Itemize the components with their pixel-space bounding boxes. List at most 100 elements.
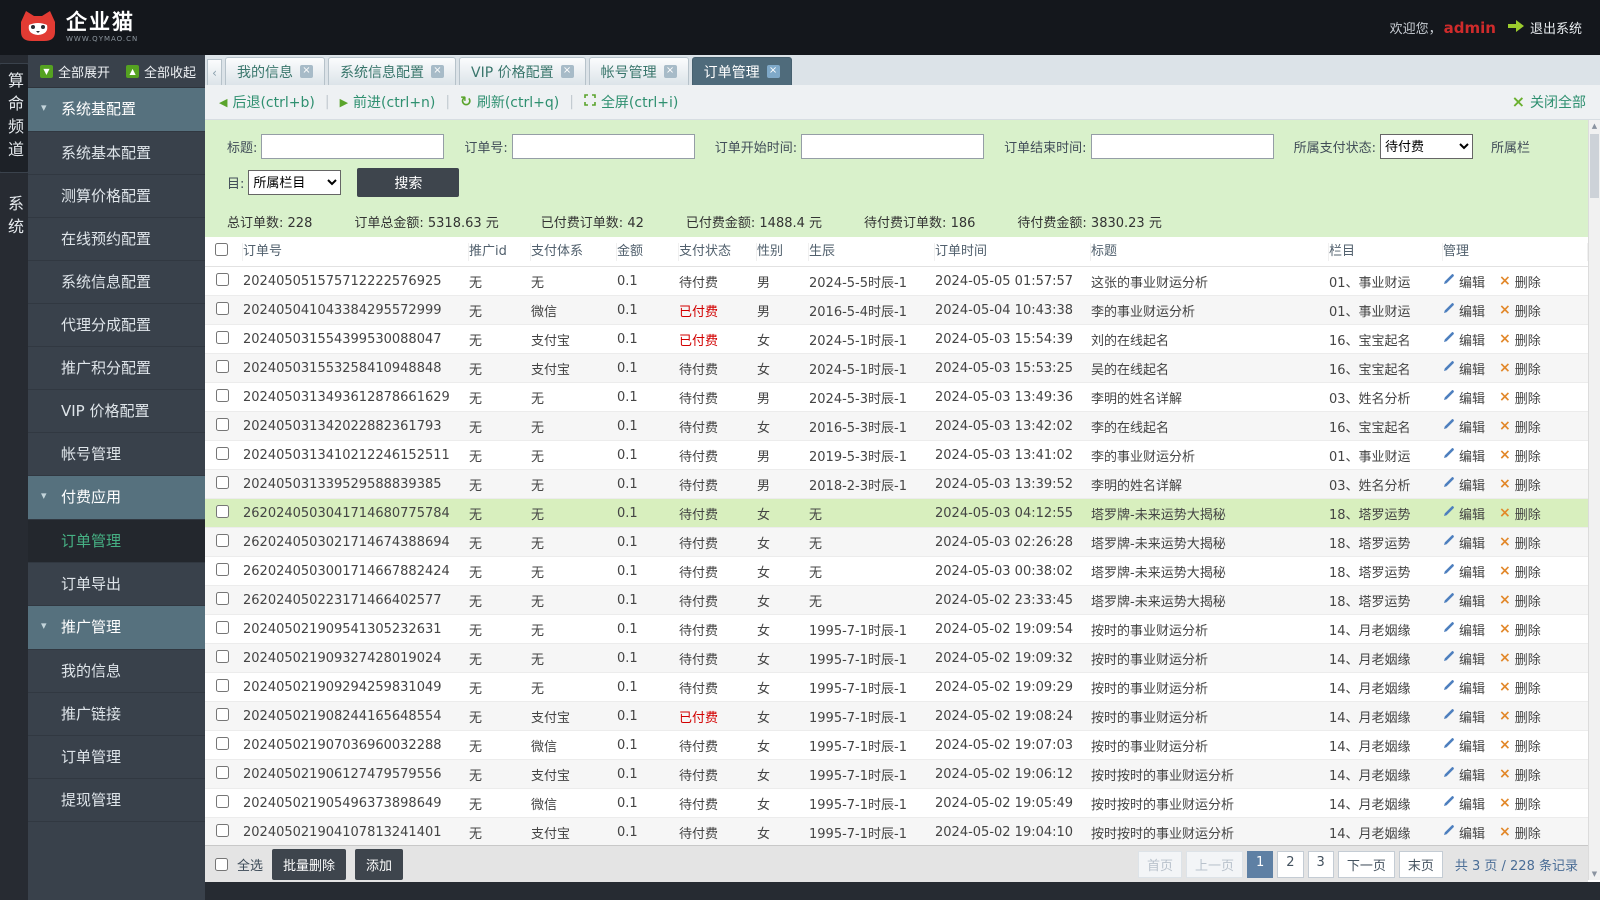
row-checkbox[interactable] bbox=[216, 737, 229, 750]
end-time-filter-input[interactable] bbox=[1091, 134, 1274, 159]
delete-button[interactable]: 删除 bbox=[1499, 359, 1541, 378]
delete-button[interactable]: 删除 bbox=[1499, 794, 1541, 813]
row-checkbox[interactable] bbox=[216, 563, 229, 576]
scroll-down-icon[interactable] bbox=[1589, 868, 1600, 880]
channel-fortune[interactable]: 算命频道 bbox=[0, 63, 29, 173]
search-button[interactable]: 搜索 bbox=[357, 168, 459, 197]
row-checkbox[interactable] bbox=[216, 331, 229, 344]
sidebar-menu-item[interactable]: 订单管理 bbox=[28, 520, 205, 563]
tab-close-icon[interactable] bbox=[561, 65, 574, 78]
edit-button[interactable]: 编辑 bbox=[1443, 388, 1485, 407]
edit-button[interactable]: 编辑 bbox=[1443, 272, 1485, 291]
sidebar-menu-item[interactable]: 帐号管理 bbox=[28, 433, 205, 476]
delete-button[interactable]: 删除 bbox=[1499, 591, 1541, 610]
delete-button[interactable]: 删除 bbox=[1499, 301, 1541, 320]
delete-button[interactable]: 删除 bbox=[1499, 562, 1541, 581]
page-button[interactable]: 首页 bbox=[1138, 851, 1182, 878]
scrollbar-thumb[interactable] bbox=[1590, 134, 1599, 198]
tab[interactable]: 我的信息 bbox=[225, 57, 325, 85]
edit-button[interactable]: 编辑 bbox=[1443, 562, 1485, 581]
edit-button[interactable]: 编辑 bbox=[1443, 707, 1485, 726]
tab-close-icon[interactable] bbox=[767, 65, 780, 78]
edit-button[interactable]: 编辑 bbox=[1443, 678, 1485, 697]
row-checkbox[interactable] bbox=[216, 621, 229, 634]
sidebar-menu-item[interactable]: 推广积分配置 bbox=[28, 347, 205, 390]
add-button[interactable]: 添加 bbox=[355, 849, 403, 880]
edit-button[interactable]: 编辑 bbox=[1443, 620, 1485, 639]
row-checkbox[interactable] bbox=[216, 476, 229, 489]
delete-button[interactable]: 删除 bbox=[1499, 504, 1541, 523]
page-button[interactable]: 上一页 bbox=[1186, 851, 1243, 878]
sidebar-menu-item[interactable]: 系统基本配置 bbox=[28, 132, 205, 175]
page-button[interactable]: 3 bbox=[1308, 851, 1334, 878]
tab[interactable]: 帐号管理 bbox=[589, 57, 689, 85]
select-all-header-checkbox[interactable] bbox=[215, 243, 228, 256]
edit-button[interactable]: 编辑 bbox=[1443, 504, 1485, 523]
sidebar-menu-item[interactable]: VIP 价格配置 bbox=[28, 390, 205, 433]
edit-button[interactable]: 编辑 bbox=[1443, 446, 1485, 465]
sidebar-menu-item[interactable]: 推广管理 bbox=[28, 606, 205, 650]
tab[interactable]: VIP 价格配置 bbox=[459, 57, 586, 85]
sidebar-menu-item[interactable]: 系统基配置 bbox=[28, 88, 205, 132]
delete-button[interactable]: 删除 bbox=[1499, 823, 1541, 842]
batch-delete-button[interactable]: 批量删除 bbox=[272, 849, 346, 880]
delete-button[interactable]: 删除 bbox=[1499, 417, 1541, 436]
page-button[interactable]: 1 bbox=[1247, 851, 1273, 878]
row-checkbox[interactable] bbox=[216, 708, 229, 721]
delete-button[interactable]: 删除 bbox=[1499, 620, 1541, 639]
row-checkbox[interactable] bbox=[216, 302, 229, 315]
row-checkbox[interactable] bbox=[216, 766, 229, 779]
delete-button[interactable]: 删除 bbox=[1499, 649, 1541, 668]
tab-close-icon[interactable] bbox=[431, 65, 444, 78]
row-checkbox[interactable] bbox=[216, 824, 229, 837]
edit-button[interactable]: 编辑 bbox=[1443, 475, 1485, 494]
edit-button[interactable]: 编辑 bbox=[1443, 359, 1485, 378]
delete-button[interactable]: 删除 bbox=[1499, 475, 1541, 494]
edit-button[interactable]: 编辑 bbox=[1443, 649, 1485, 668]
fullscreen-button[interactable]: 全屏(ctrl+i) bbox=[584, 92, 678, 112]
row-checkbox[interactable] bbox=[216, 795, 229, 808]
sidebar-menu-item[interactable]: 在线预约配置 bbox=[28, 218, 205, 261]
delete-button[interactable]: 删除 bbox=[1499, 272, 1541, 291]
edit-button[interactable]: 编辑 bbox=[1443, 765, 1485, 784]
page-button[interactable]: 2 bbox=[1277, 851, 1303, 878]
edit-button[interactable]: 编辑 bbox=[1443, 823, 1485, 842]
page-button[interactable]: 下一页 bbox=[1338, 851, 1395, 878]
row-checkbox[interactable] bbox=[216, 679, 229, 692]
edit-button[interactable]: 编辑 bbox=[1443, 591, 1485, 610]
row-checkbox[interactable] bbox=[216, 418, 229, 431]
sidebar-menu-item[interactable]: 测算价格配置 bbox=[28, 175, 205, 218]
edit-button[interactable]: 编辑 bbox=[1443, 533, 1485, 552]
row-checkbox[interactable] bbox=[216, 505, 229, 518]
edit-button[interactable]: 编辑 bbox=[1443, 736, 1485, 755]
expand-all-button[interactable]: 全部展开 bbox=[40, 62, 110, 81]
vertical-scrollbar[interactable] bbox=[1588, 120, 1600, 880]
sidebar-menu-item[interactable]: 付费应用 bbox=[28, 476, 205, 520]
sidebar-menu-item[interactable]: 我的信息 bbox=[28, 650, 205, 693]
edit-button[interactable]: 编辑 bbox=[1443, 301, 1485, 320]
row-checkbox[interactable] bbox=[216, 273, 229, 286]
delete-button[interactable]: 删除 bbox=[1499, 330, 1541, 349]
select-all-checkbox[interactable] bbox=[215, 858, 228, 871]
sidebar-menu-item[interactable]: 推广链接 bbox=[28, 693, 205, 736]
delete-button[interactable]: 删除 bbox=[1499, 736, 1541, 755]
row-checkbox[interactable] bbox=[216, 389, 229, 402]
tab-scroll-left-icon[interactable] bbox=[207, 59, 222, 85]
pay-status-select[interactable]: 待付费 bbox=[1380, 134, 1473, 159]
refresh-button[interactable]: 刷新(ctrl+q) bbox=[460, 92, 559, 112]
close-all-button[interactable]: 关闭全部 bbox=[1512, 92, 1586, 112]
delete-button[interactable]: 删除 bbox=[1499, 707, 1541, 726]
sidebar-menu-item[interactable]: 提现管理 bbox=[28, 779, 205, 822]
tab-close-icon[interactable] bbox=[664, 65, 677, 78]
start-time-filter-input[interactable] bbox=[801, 134, 984, 159]
tab[interactable]: 订单管理 bbox=[692, 57, 792, 85]
sidebar-menu-item[interactable]: 代理分成配置 bbox=[28, 304, 205, 347]
row-checkbox[interactable] bbox=[216, 534, 229, 547]
channel-system[interactable]: 系统 bbox=[0, 187, 28, 249]
delete-button[interactable]: 删除 bbox=[1499, 765, 1541, 784]
order-no-filter-input[interactable] bbox=[512, 134, 695, 159]
edit-button[interactable]: 编辑 bbox=[1443, 330, 1485, 349]
sidebar-menu-item[interactable]: 订单管理 bbox=[28, 736, 205, 779]
row-checkbox[interactable] bbox=[216, 447, 229, 460]
row-checkbox[interactable] bbox=[216, 650, 229, 663]
